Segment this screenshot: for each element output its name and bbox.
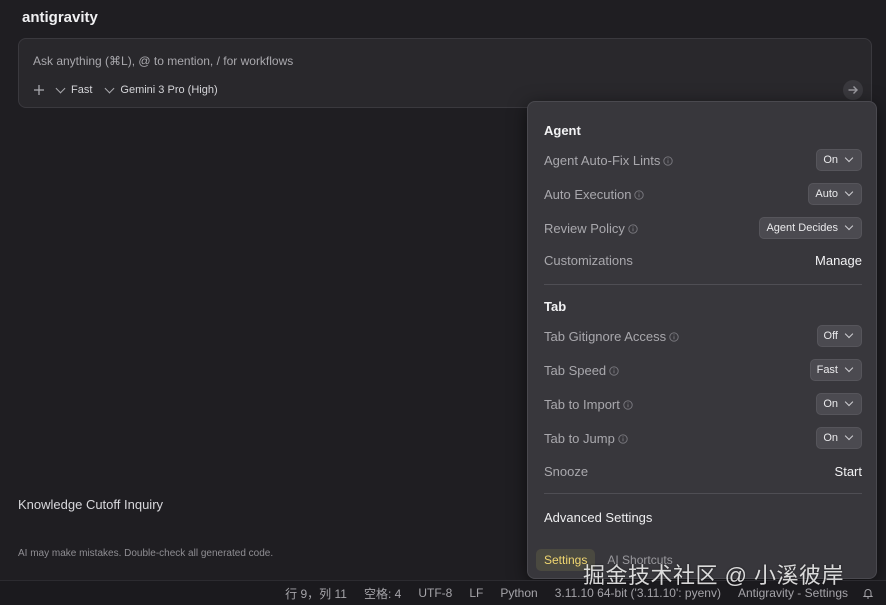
tab-to-import-select[interactable]: On — [816, 393, 862, 415]
bell-icon[interactable] — [862, 587, 874, 599]
settings-popup: Agent Agent Auto-Fix Lints On Auto Execu… — [527, 101, 877, 579]
popup-tab-bar: Settings AI Shortcuts — [536, 549, 685, 571]
select-value: Off — [823, 330, 838, 342]
app-title: antigravity — [22, 9, 98, 26]
chevron-down-icon — [844, 431, 854, 441]
eol-setting[interactable]: LF — [469, 586, 483, 600]
select-value: On — [823, 154, 838, 166]
section-divider — [544, 493, 862, 494]
chevron-down-icon — [844, 221, 854, 231]
info-icon[interactable] — [634, 189, 645, 200]
info-icon[interactable] — [669, 331, 679, 342]
setting-row-auto-execution: Auto Execution Auto — [544, 183, 862, 205]
info-icon[interactable] — [663, 155, 673, 166]
chevron-down-icon — [844, 153, 854, 163]
setting-label: Customizations — [544, 252, 633, 268]
select-value: On — [823, 398, 838, 410]
setting-row-tab-gitignore-access: Tab Gitignore Access Off — [544, 325, 862, 347]
add-context-button[interactable] — [31, 82, 47, 98]
encoding-setting[interactable]: UTF-8 — [418, 586, 452, 600]
setting-row-tab-speed: Tab Speed Fast — [544, 359, 862, 381]
mode-dropdown[interactable]: Fast — [55, 83, 93, 96]
info-icon[interactable] — [623, 399, 633, 410]
setting-label: Tab Speed — [544, 362, 607, 378]
manage-customizations-button[interactable]: Manage — [815, 253, 862, 268]
model-dropdown[interactable]: Gemini 3 Pro (High) — [104, 83, 218, 96]
setting-row-snooze: Snooze Start — [544, 460, 862, 482]
select-value: Auto — [815, 188, 838, 200]
setting-row-tab-to-import: Tab to Import On — [544, 393, 862, 415]
chevron-down-icon — [104, 83, 115, 93]
setting-label: Tab Gitignore Access — [544, 328, 667, 344]
setting-label: Agent Auto-Fix Lints — [544, 152, 661, 168]
auto-execution-select[interactable]: Auto — [808, 183, 862, 205]
setting-label: Auto Execution — [544, 186, 632, 202]
setting-row-tab-to-jump: Tab to Jump On — [544, 427, 862, 449]
setting-row-customizations: Customizations Manage — [544, 249, 862, 271]
select-value: Agent Decides — [766, 222, 838, 234]
language-mode[interactable]: Python — [500, 586, 537, 600]
setting-label: Snooze — [544, 463, 589, 479]
info-icon[interactable] — [628, 223, 638, 234]
setting-label: Review Policy — [544, 220, 625, 236]
tab-to-jump-select[interactable]: On — [816, 427, 862, 449]
cursor-position[interactable]: 行 9，列 11 — [285, 585, 347, 602]
select-value: Fast — [816, 364, 838, 376]
tab-settings[interactable]: Settings — [536, 549, 596, 571]
mode-label: Fast — [71, 84, 93, 96]
tab-speed-select[interactable]: Fast — [809, 359, 862, 381]
conversation-title[interactable]: Knowledge Cutoff Inquiry — [18, 497, 163, 512]
antigravity-settings-status[interactable]: Antigravity - Settings — [738, 586, 848, 600]
python-interpreter[interactable]: 3.11.10 64-bit ('3.11.10': pyenv) — [555, 586, 721, 600]
arrow-right-icon — [848, 86, 858, 94]
review-policy-select[interactable]: Agent Decides — [759, 217, 862, 239]
tab-section-title: Tab — [544, 299, 567, 314]
section-divider — [544, 284, 862, 285]
info-icon[interactable] — [609, 365, 619, 376]
chevron-down-icon — [55, 83, 66, 93]
auto-fix-lints-select[interactable]: On — [816, 149, 862, 171]
setting-label: Tab to Jump — [544, 430, 615, 446]
send-button[interactable] — [843, 80, 863, 100]
setting-row-review-policy: Review Policy Agent Decides — [544, 217, 862, 239]
prompt-toolbar: Fast Gemini 3 Pro (High) — [31, 81, 232, 99]
advanced-settings-link[interactable]: Advanced Settings — [544, 510, 652, 525]
select-value: On — [823, 432, 838, 444]
status-bar: 行 9，列 11 空格: 4 UTF-8 LF Python 3.11.10 6… — [0, 580, 886, 605]
tab-ai-shortcuts[interactable]: AI Shortcuts — [599, 549, 680, 571]
chevron-down-icon — [844, 187, 854, 197]
disclaimer-text: AI may make mistakes. Double-check all g… — [18, 548, 274, 559]
snooze-start-button[interactable]: Start — [835, 464, 862, 479]
prompt-box: Fast Gemini 3 Pro (High) — [18, 38, 872, 108]
setting-label: Tab to Import — [544, 396, 620, 412]
prompt-input[interactable] — [33, 52, 733, 70]
chevron-down-icon — [844, 329, 854, 339]
agent-section-title: Agent — [544, 123, 581, 138]
tab-gitignore-access-select[interactable]: Off — [816, 325, 862, 347]
info-icon[interactable] — [618, 433, 628, 444]
chevron-down-icon — [844, 397, 854, 407]
setting-row-agent-auto-fix-lints: Agent Auto-Fix Lints On — [544, 149, 862, 171]
chevron-down-icon — [844, 363, 854, 373]
model-label: Gemini 3 Pro (High) — [120, 84, 218, 96]
indentation-setting[interactable]: 空格: 4 — [364, 585, 401, 602]
plus-icon — [34, 85, 44, 95]
app-window: antigravity Fast Gemini 3 Pro (High) — [0, 0, 886, 605]
